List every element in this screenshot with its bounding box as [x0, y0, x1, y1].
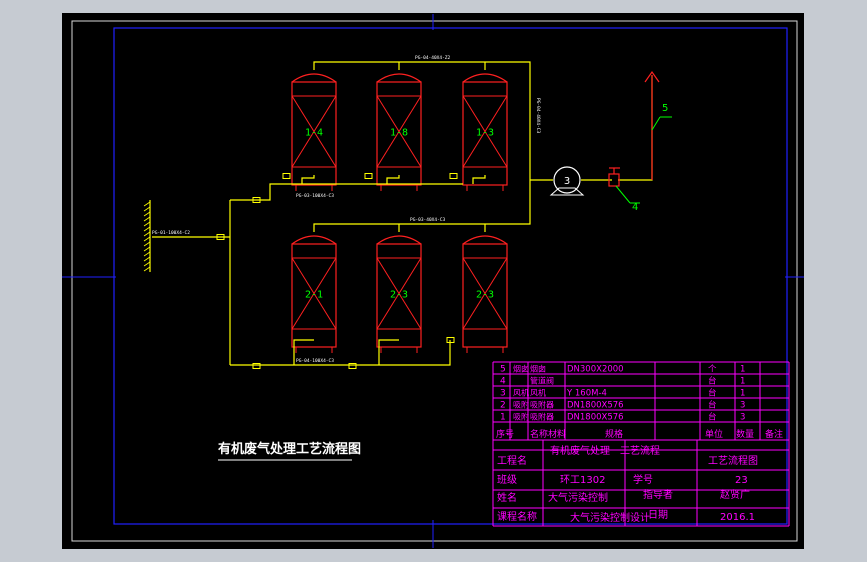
bom-spec: DN300X2000: [567, 365, 624, 375]
tb-designer-value: 赵贤广: [720, 488, 750, 501]
bom-spec: DN1800X576: [567, 413, 624, 423]
tank-label: 1-8: [390, 128, 408, 139]
tank-label: 2-3: [476, 290, 494, 301]
bom-name: 管道阀: [530, 376, 554, 386]
tb-class-label: 班级: [497, 474, 517, 486]
bom-spec: Y 160M-4: [566, 389, 607, 399]
bom-name: 吸附器: [530, 400, 554, 410]
bom-header-unit: 单位: [705, 428, 723, 440]
bom-unit: 台: [708, 376, 717, 387]
drawing-sheet: [62, 13, 804, 549]
drawing-title: 有机废气处理工艺流程图: [218, 441, 361, 457]
tb-project-label: 工程名: [497, 454, 527, 467]
bom-qty: 1: [740, 365, 745, 375]
pipe-label: PG-03-40X4-C3: [410, 217, 446, 223]
tb-name-value: 大气污染控制: [548, 491, 608, 504]
bom-code: 吸附: [513, 400, 529, 410]
bom-name: 风机: [530, 388, 546, 398]
bom-qty: 3: [740, 413, 745, 423]
bom-qty: 3: [740, 401, 745, 411]
bom-unit: 台: [708, 388, 717, 399]
tb-name-label: 姓名: [497, 491, 517, 504]
bom-unit: 台: [708, 400, 717, 411]
fan-number: 3: [564, 176, 570, 187]
pipe-label: PG-04-40X4-Z2: [415, 55, 451, 61]
tb-date-label: 日期: [648, 509, 668, 521]
bom-no: 2: [500, 401, 506, 411]
bom-no: 1: [500, 413, 506, 423]
bom-header-qty: 数量: [736, 428, 754, 440]
bom-header-note: 备注: [765, 428, 783, 440]
tb-number-label: 学号: [633, 473, 653, 486]
tb-drawing-name: 工艺流程图: [708, 454, 758, 467]
bom-qty: 1: [740, 389, 745, 399]
pipe-label: PG-04-100X4-C3: [296, 358, 334, 364]
tb-designer-label: 指导者: [643, 488, 673, 501]
callout-number: 5: [662, 103, 668, 114]
bom-spec: DN1800X576: [567, 401, 624, 411]
bom-header-name: 名称材料: [530, 428, 566, 440]
tb-project-value: 有机废气处理一工艺流程: [550, 444, 660, 457]
tank-label: 2-3: [390, 290, 408, 301]
bom-unit: 个: [708, 365, 717, 375]
callout-number: 4: [632, 202, 638, 213]
tank-label: 1-4: [305, 128, 323, 139]
tb-course-label: 课程名称: [497, 510, 537, 523]
pipe-label: PG-03-100X4-C3: [296, 193, 334, 199]
cad-drawing: 1-4 1-8 1-3 2-1 2-3 2-3 PG-04-40X4-Z2 PG-03-10…: [62, 13, 804, 549]
bom-header-no: 序号: [496, 428, 514, 440]
bom-qty: 1: [740, 377, 745, 387]
tank-label: 2-1: [305, 290, 323, 301]
pipe-label: PG-01-100X4-C2: [152, 230, 190, 236]
bom-header-spec: 规格: [605, 428, 623, 440]
tb-course-value: 大气污染控制设计: [570, 511, 650, 524]
bom-name: 烟囱: [530, 364, 546, 374]
bom-name: 吸附器: [530, 412, 554, 422]
bom-code: 吸附: [513, 412, 529, 422]
bom-code: 风机: [513, 388, 529, 398]
bom-unit: 台: [708, 412, 717, 423]
bom-code: 烟囱: [513, 364, 529, 374]
tb-class-value: 环工1302: [560, 475, 605, 486]
bom-no: 3: [500, 389, 506, 399]
tb-date-value: 2016.1: [720, 512, 755, 523]
tank-label: 1-3: [476, 128, 494, 139]
pipe-label: PG-04-40X4-C3: [535, 98, 541, 134]
tb-number-value: 23: [735, 475, 748, 486]
bom-no: 4: [500, 377, 506, 387]
bom-no: 5: [500, 365, 506, 375]
